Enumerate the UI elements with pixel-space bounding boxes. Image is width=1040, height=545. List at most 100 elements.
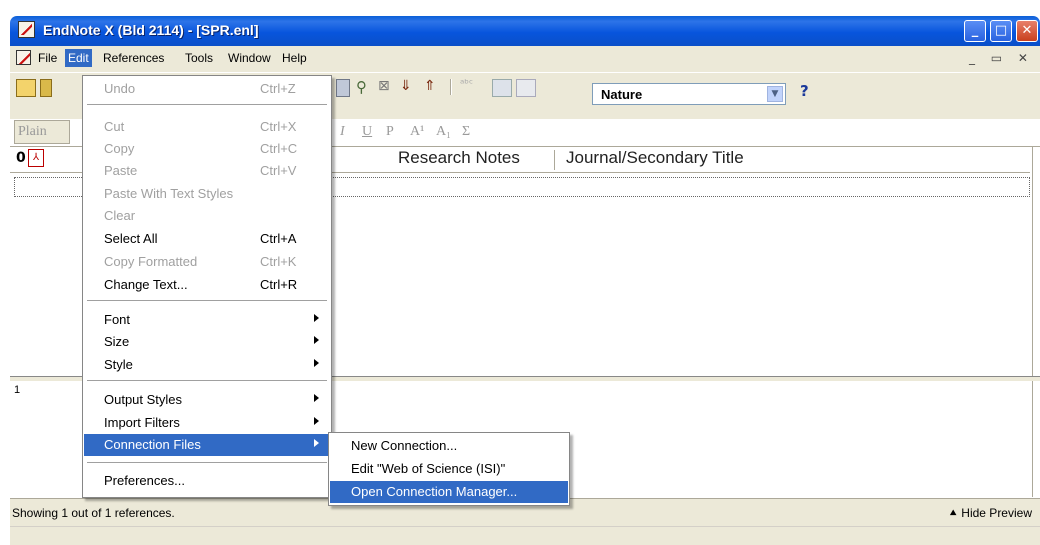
list-border [1032, 146, 1033, 376]
plain-text-icon[interactable]: P [386, 124, 394, 140]
chevron-down-icon[interactable]: ▼ [767, 86, 783, 102]
document-icon[interactable] [16, 50, 31, 65]
underline-icon[interactable]: U [362, 124, 372, 140]
menu-item-copy-formatted[interactable]: Copy Formatted Ctrl+K [84, 251, 330, 273]
output-style-select[interactable]: Nature ▼ [592, 83, 786, 105]
preview-reference-number: 1 [14, 384, 21, 396]
menu-references[interactable]: References [103, 51, 164, 65]
menu-item-label: Size [104, 334, 130, 349]
menu-item-preferences[interactable]: Preferences... [84, 470, 330, 492]
menu-item-label: Paste With Text Styles [104, 186, 234, 201]
subscript-icon[interactable]: A₁ [436, 124, 451, 140]
menu-bar: File Edit References Tools Window Help _… [10, 46, 1040, 72]
menu-item-copy[interactable]: Copy Ctrl+C [84, 138, 330, 160]
menu-item-shortcut: Ctrl+Z [260, 81, 296, 96]
menu-item-change-text[interactable]: Change Text... Ctrl+R [84, 274, 330, 296]
menu-item-shortcut: Ctrl+R [260, 277, 298, 292]
menu-help[interactable]: Help [282, 51, 307, 65]
menu-tools[interactable]: Tools [185, 51, 213, 65]
title-bar: EndNote X (Bld 2114) - [SPR.enl] _ □ ✕ [10, 16, 1040, 46]
close-button[interactable]: ✕ [1016, 20, 1038, 42]
pdf-icon[interactable]: ⅄ [28, 149, 44, 167]
maximize-button[interactable]: □ [990, 20, 1012, 42]
submenu-arrow-icon [314, 439, 319, 447]
help-button[interactable]: ? [800, 82, 809, 100]
column-divider [554, 150, 555, 170]
arrow-up-icon: ⯅ [948, 506, 962, 520]
menu-item-label: Connection Files [104, 437, 201, 452]
window-title: EndNote X (Bld 2114) - [SPR.enl] [43, 22, 259, 38]
insert-object-icon[interactable] [516, 79, 536, 97]
menu-item-select-all[interactable]: Select All Ctrl+A [84, 228, 330, 250]
menu-item-label: Import Filters [104, 415, 180, 430]
endnote-app-icon[interactable] [18, 21, 35, 38]
menu-item-label: Output Styles [104, 392, 183, 407]
menu-separator [87, 380, 327, 381]
output-style-value: Nature [601, 87, 643, 102]
open-link-icon[interactable]: ⊠ [378, 78, 396, 94]
menu-item-shortcut: Ctrl+K [260, 254, 297, 269]
menu-edit[interactable]: Edit [65, 49, 92, 67]
menu-item-paste-with-text-styles[interactable]: Paste With Text Styles [84, 183, 330, 205]
menu-item-cut[interactable]: Cut Ctrl+X [84, 116, 330, 138]
menu-item-label: Open Connection Manager... [351, 484, 518, 499]
mdi-window-controls[interactable]: _ ▭ ✕ [969, 51, 1034, 65]
menu-item-open-connection-manager[interactable]: Open Connection Manager... [330, 481, 568, 503]
menu-file[interactable]: File [38, 51, 57, 65]
menu-window[interactable]: Window [228, 51, 271, 65]
menu-item-label: New Connection... [351, 438, 458, 453]
menu-item-label: Select All [104, 231, 158, 246]
menu-item-label: Change Text... [104, 277, 188, 292]
menu-item-label: Copy Formatted [104, 254, 198, 269]
superscript-icon[interactable]: A¹ [410, 124, 424, 140]
menu-item-edit-connection[interactable]: Edit "Web of Science (ISI)" [330, 458, 568, 480]
submenu-arrow-icon [314, 314, 319, 322]
menu-item-font[interactable]: Font [84, 309, 330, 331]
submenu-arrow-icon [314, 394, 319, 402]
menu-item-style[interactable]: Style [84, 354, 330, 376]
menu-item-output-styles[interactable]: Output Styles [84, 389, 330, 411]
spellcheck-icon[interactable]: ᵃᵇᶜ [460, 77, 478, 93]
menu-item-undo[interactable]: Undo Ctrl+Z [84, 78, 330, 100]
new-library-icon[interactable] [16, 79, 36, 97]
open-library-icon[interactable] [40, 79, 52, 97]
menu-item-new-connection[interactable]: New Connection... [330, 435, 568, 457]
plain-style-button[interactable]: Plain [14, 120, 70, 144]
menu-item-size[interactable]: Size [84, 331, 330, 353]
bottom-strip [10, 526, 1040, 545]
menu-item-connection-files[interactable]: Connection Files [84, 434, 330, 456]
toolbar-separator [450, 79, 452, 95]
menu-item-label: Paste [104, 163, 138, 178]
copy-record-icon[interactable] [336, 79, 350, 97]
menu-separator [87, 462, 327, 463]
submenu-arrow-icon [314, 336, 319, 344]
menu-item-clear[interactable]: Clear [84, 205, 330, 227]
submenu-arrow-icon [314, 359, 319, 367]
menu-item-label: Edit "Web of Science (ISI)" [351, 461, 506, 476]
minimize-button[interactable]: _ [964, 20, 986, 42]
online-search-icon[interactable]: ⚲ [356, 78, 374, 96]
format-bibliography-icon[interactable]: ⇑ [424, 78, 442, 94]
menu-item-label: Style [104, 357, 133, 372]
menu-item-import-filters[interactable]: Import Filters [84, 412, 330, 434]
submenu-arrow-icon [314, 417, 319, 425]
menu-item-label: Font [104, 312, 131, 327]
column-journal-title[interactable]: Journal/Secondary Title [566, 148, 744, 170]
menu-separator [87, 300, 327, 301]
menu-item-label: Undo [104, 81, 136, 96]
menu-item-label: Clear [104, 208, 136, 223]
menu-item-shortcut: Ctrl+X [260, 119, 297, 134]
menu-item-paste[interactable]: Paste Ctrl+V [84, 160, 330, 182]
attachment-icon[interactable]: 0 [16, 150, 26, 166]
menu-item-label: Cut [104, 119, 125, 134]
symbol-icon[interactable]: Σ [462, 124, 470, 140]
menu-item-shortcut: Ctrl+A [260, 231, 297, 246]
preview-border [1032, 381, 1033, 497]
menu-item-shortcut: Ctrl+C [260, 141, 298, 156]
hide-preview-button[interactable]: ⯅ Hide Preview [948, 506, 1032, 521]
insert-picture-icon[interactable] [492, 79, 512, 97]
italic-icon[interactable]: I [340, 124, 345, 140]
column-research-notes[interactable]: Research Notes [398, 148, 520, 170]
insert-citation-icon[interactable]: ⇓ [400, 78, 418, 94]
connection-files-submenu: New Connection... Edit "Web of Science (… [328, 432, 570, 506]
